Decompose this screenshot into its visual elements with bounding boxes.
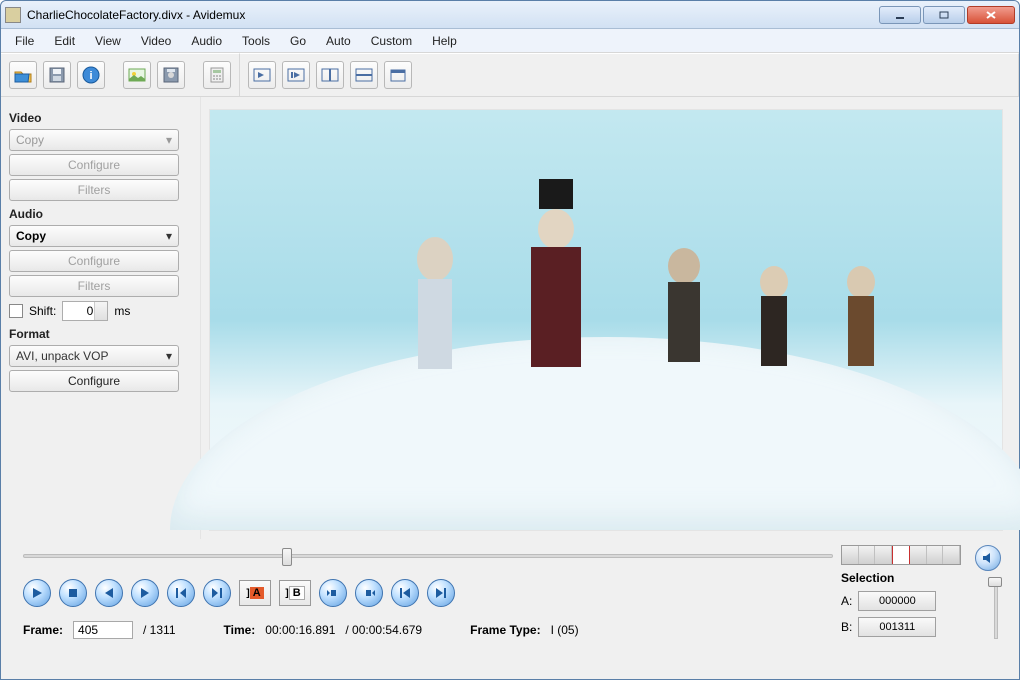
minimize-button[interactable] — [879, 6, 921, 24]
app-icon — [5, 7, 21, 23]
menu-custom[interactable]: Custom — [363, 32, 420, 50]
sidebar: Video Copy ▾ Configure Filters Audio Copy… — [1, 97, 201, 539]
selection-heading: Selection — [841, 571, 894, 585]
svg-text:i: i — [89, 70, 92, 82]
first-frame-button[interactable] — [391, 579, 419, 607]
shift-value: 0 — [87, 304, 94, 318]
titlebar: CharlieChocolateFactory.divx - Avidemux — [1, 1, 1019, 29]
audio-heading: Audio — [9, 207, 192, 221]
save-file-button[interactable] — [43, 61, 71, 89]
split-horizontal-button[interactable] — [350, 61, 378, 89]
bottom-panel: ]A ]B Frame: 405 / 1311 Time: 00:00:16.8… — [1, 539, 1019, 679]
menubar: File Edit View Video Audio Tools Go Auto… — [1, 29, 1019, 53]
chevron-down-icon: ▾ — [166, 133, 172, 147]
frame-total: / 1311 — [143, 623, 175, 637]
frame-label: Frame: — [23, 623, 63, 637]
chevron-down-icon: ▾ — [166, 349, 172, 363]
menu-video[interactable]: Video — [133, 32, 179, 50]
time-current: 00:00:16.891 — [265, 623, 335, 637]
chevron-down-icon: ▾ — [166, 229, 172, 243]
menu-tools[interactable]: Tools — [234, 32, 278, 50]
play-button[interactable] — [23, 579, 51, 607]
figure-3 — [654, 240, 714, 370]
frame-current: 405 — [78, 623, 98, 637]
audio-codec-value: Copy — [16, 229, 46, 243]
maximize-button[interactable] — [923, 6, 965, 24]
selection-a-label: A: — [841, 594, 852, 608]
play-range-button[interactable] — [248, 61, 276, 89]
next-keyframe-button[interactable] — [203, 579, 231, 607]
volume-mute-button[interactable] — [975, 545, 1001, 571]
format-value: AVI, unpack VOP — [16, 349, 109, 363]
info-button[interactable]: i — [77, 61, 105, 89]
new-window-button[interactable] — [384, 61, 412, 89]
shift-unit: ms — [114, 304, 130, 318]
menu-go[interactable]: Go — [282, 32, 314, 50]
jog-wheel[interactable] — [841, 545, 961, 565]
prev-frame-button[interactable] — [95, 579, 123, 607]
audio-filters-button[interactable]: Filters — [9, 275, 179, 297]
seek-slider[interactable] — [23, 545, 833, 567]
shift-label: Shift: — [29, 304, 56, 318]
volume-slider[interactable] — [985, 577, 1005, 639]
toolbar: i — [1, 53, 1019, 97]
audio-configure-button[interactable]: Configure — [9, 250, 179, 272]
menu-file[interactable]: File — [7, 32, 42, 50]
video-codec-value: Copy — [16, 133, 44, 147]
selection-b-label: B: — [841, 620, 852, 634]
shift-spinner[interactable]: 0 — [62, 301, 108, 321]
set-marker-b-button[interactable]: ]B — [279, 580, 311, 606]
prev-keyframe-button[interactable] — [167, 579, 195, 607]
stop-button[interactable] — [59, 579, 87, 607]
next-black-frame-button[interactable] — [355, 579, 383, 607]
set-marker-a-button[interactable]: ]A — [239, 580, 271, 606]
shift-checkbox[interactable] — [9, 304, 23, 318]
split-vertical-button[interactable] — [316, 61, 344, 89]
save-image-button[interactable] — [157, 61, 185, 89]
menu-audio[interactable]: Audio — [183, 32, 230, 50]
close-button[interactable] — [967, 6, 1015, 24]
time-total: / 00:00:54.679 — [345, 623, 422, 637]
selection-b-value: 001311 — [879, 621, 915, 633]
format-heading: Format — [9, 327, 192, 341]
frametype-label: Frame Type: — [470, 623, 540, 637]
video-codec-select[interactable]: Copy ▾ — [9, 129, 179, 151]
window-title: CharlieChocolateFactory.divx - Avidemux — [27, 8, 879, 22]
prev-black-frame-button[interactable] — [319, 579, 347, 607]
menu-help[interactable]: Help — [424, 32, 465, 50]
next-range-button[interactable] — [282, 61, 310, 89]
open-image-button[interactable] — [123, 61, 151, 89]
figure-2 — [511, 179, 601, 379]
menu-auto[interactable]: Auto — [318, 32, 359, 50]
calculator-button[interactable] — [203, 61, 231, 89]
selection-b-button[interactable]: 001311 — [858, 617, 936, 637]
frame-input[interactable]: 405 — [73, 621, 133, 639]
figure-1 — [400, 229, 470, 379]
video-filters-button[interactable]: Filters — [9, 179, 179, 201]
format-select[interactable]: AVI, unpack VOP ▾ — [9, 345, 179, 367]
video-heading: Video — [9, 111, 192, 125]
figure-4 — [749, 260, 799, 370]
time-label: Time: — [224, 623, 256, 637]
selection-a-button[interactable]: 000000 — [858, 591, 936, 611]
selection-a-value: 000000 — [879, 595, 916, 607]
last-frame-button[interactable] — [427, 579, 455, 607]
figure-5 — [836, 260, 886, 370]
menu-view[interactable]: View — [87, 32, 129, 50]
open-file-button[interactable] — [9, 61, 37, 89]
format-configure-button[interactable]: Configure — [9, 370, 179, 392]
video-configure-button[interactable]: Configure — [9, 154, 179, 176]
next-frame-button[interactable] — [131, 579, 159, 607]
audio-codec-select[interactable]: Copy ▾ — [9, 225, 179, 247]
menu-edit[interactable]: Edit — [46, 32, 83, 50]
frametype-value: I (05) — [551, 623, 579, 637]
video-preview — [209, 109, 1003, 531]
